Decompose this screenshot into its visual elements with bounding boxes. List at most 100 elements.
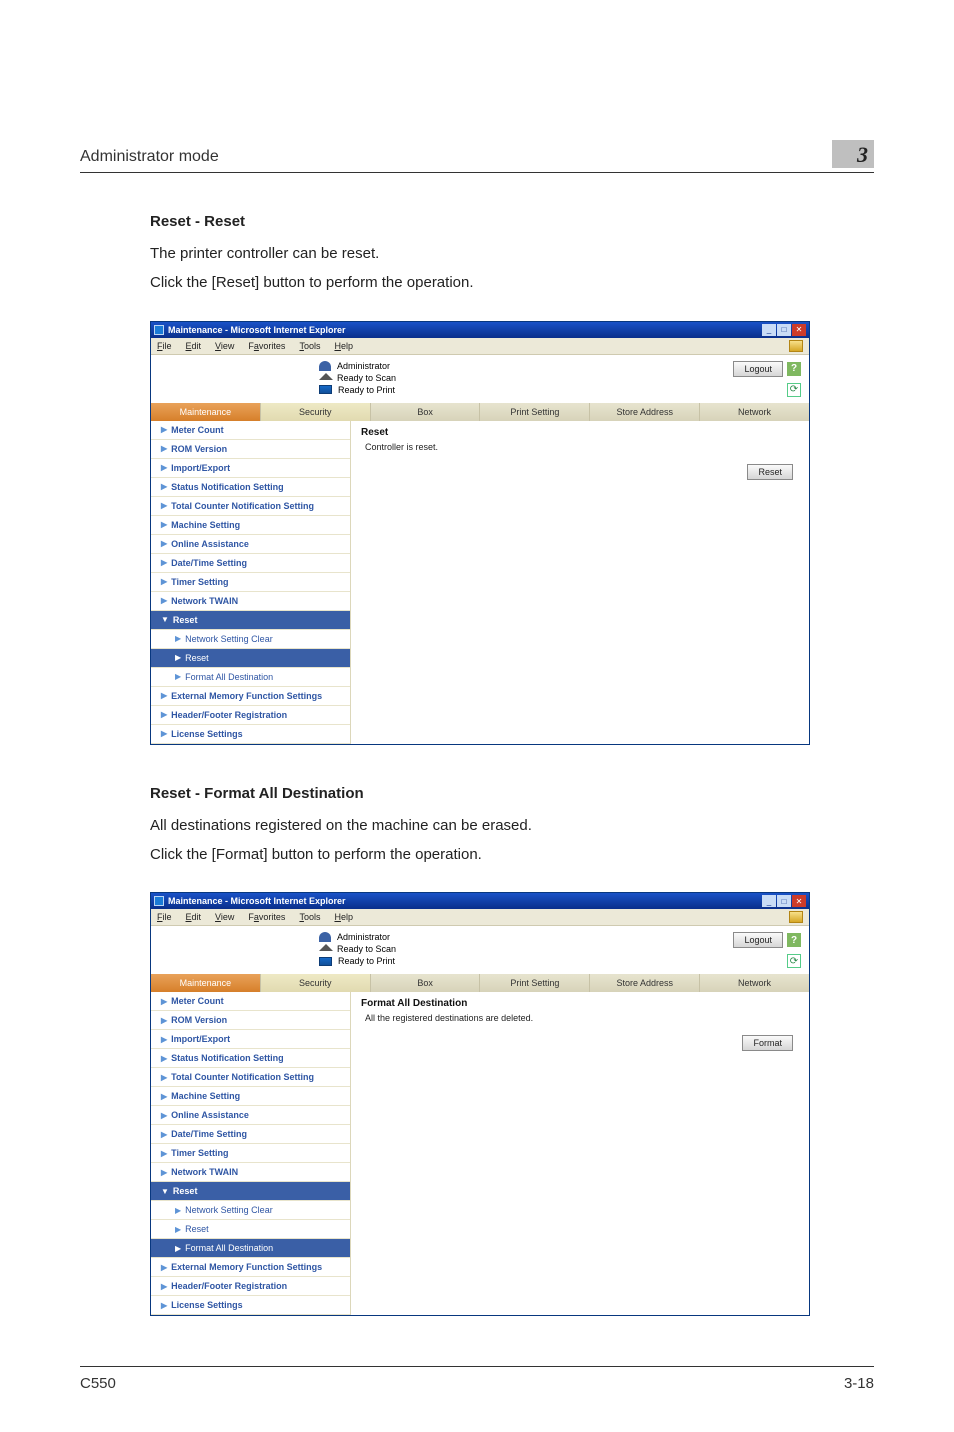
minimize-button[interactable]: _	[762, 324, 776, 336]
window-titlebar[interactable]: Maintenance - Microsoft Internet Explore…	[151, 322, 809, 338]
refresh-icon[interactable]: ⟳	[787, 383, 801, 397]
menu-item[interactable]: Help	[334, 912, 353, 922]
sidebar-item[interactable]: ▼ Reset	[151, 611, 350, 630]
sidebar-item[interactable]: ▶Network Setting Clear	[151, 1201, 350, 1220]
body-text: All destinations registered on the machi…	[150, 814, 874, 837]
tab-maintenance[interactable]: Maintenance	[151, 403, 261, 421]
tab-print-setting[interactable]: Print Setting	[480, 403, 590, 421]
tab-box[interactable]: Box	[371, 403, 481, 421]
sidebar-item-label: Format All Destination	[185, 1243, 273, 1253]
menu-item[interactable]: Help	[334, 341, 353, 351]
sidebar-item[interactable]: ▶Machine Setting	[151, 1087, 350, 1106]
sidebar-item[interactable]: ▶Total Counter Notification Setting	[151, 1068, 350, 1087]
menu-item[interactable]: View	[215, 912, 234, 922]
sidebar-item-label: License Settings	[171, 1300, 243, 1310]
tab-maintenance[interactable]: Maintenance	[151, 974, 261, 992]
menu-item[interactable]: Favorites	[248, 912, 285, 922]
sidebar-item[interactable]: ▶ROM Version	[151, 440, 350, 459]
ie-throbber-icon	[789, 911, 803, 923]
chevron-down-icon: ▼	[161, 615, 169, 624]
sidebar-item[interactable]: ▶Import/Export	[151, 1030, 350, 1049]
main-pane: Format All Destination All the registere…	[351, 992, 809, 1315]
page-header: Administrator mode 3	[80, 140, 874, 173]
sidebar-item[interactable]: ▶Reset	[151, 649, 350, 668]
menu-item[interactable]: File	[157, 341, 172, 351]
sidebar-item[interactable]: ▶Network TWAIN	[151, 592, 350, 611]
sidebar-item[interactable]: ▶Timer Setting	[151, 1144, 350, 1163]
tab-print-setting[interactable]: Print Setting	[480, 974, 590, 992]
help-icon[interactable]: ?	[787, 362, 801, 376]
help-icon[interactable]: ?	[787, 933, 801, 947]
sidebar-item[interactable]: ▶Header/Footer Registration	[151, 706, 350, 725]
sidebar-item[interactable]: ▶Meter Count	[151, 992, 350, 1011]
triangle-right-icon: ▶	[161, 1301, 167, 1310]
admin-label: Administrator	[337, 932, 390, 942]
sidebar-item[interactable]: ▶Format All Destination	[151, 668, 350, 687]
menu-item[interactable]: View	[215, 341, 234, 351]
printer-icon	[319, 957, 332, 966]
sidebar-item[interactable]: ▶Status Notification Setting	[151, 478, 350, 497]
sidebar-item[interactable]: ▶Timer Setting	[151, 573, 350, 592]
maximize-button[interactable]: □	[777, 324, 791, 336]
primary-action-button[interactable]: Format	[742, 1035, 793, 1051]
window-titlebar[interactable]: Maintenance - Microsoft Internet Explore…	[151, 893, 809, 909]
triangle-right-icon: ▶	[161, 558, 167, 567]
sidebar-item[interactable]: ▶License Settings	[151, 725, 350, 744]
tab-network[interactable]: Network	[700, 974, 809, 992]
triangle-right-icon: ▶	[161, 1282, 167, 1291]
menu-item[interactable]: Edit	[186, 912, 202, 922]
close-button[interactable]: ✕	[792, 895, 806, 907]
triangle-right-icon: ▶	[161, 691, 167, 700]
menu-item[interactable]: File	[157, 912, 172, 922]
sidebar-item[interactable]: ▶Import/Export	[151, 459, 350, 478]
tab-box[interactable]: Box	[371, 974, 481, 992]
sidebar-item[interactable]: ▶Date/Time Setting	[151, 1125, 350, 1144]
tab-security[interactable]: Security	[261, 974, 371, 992]
user-icon	[319, 361, 331, 371]
triangle-right-icon: ▶	[175, 1244, 181, 1253]
sidebar-item[interactable]: ▶Header/Footer Registration	[151, 1277, 350, 1296]
sidebar-item[interactable]: ▶ License Settings	[151, 1296, 350, 1315]
sidebar-item[interactable]: ▶Network TWAIN	[151, 1163, 350, 1182]
maximize-button[interactable]: □	[777, 895, 791, 907]
sidebar-item[interactable]: ▶Meter Count	[151, 421, 350, 440]
sidebar-item[interactable]: ▶External Memory Function Settings	[151, 687, 350, 706]
status-header: Administrator Ready to Scan Ready to Pri…	[151, 926, 809, 974]
menu-item[interactable]: Tools	[299, 341, 320, 351]
sidebar-item[interactable]: ▼Reset	[151, 1182, 350, 1201]
sidebar-item[interactable]: ▶Online Assistance	[151, 1106, 350, 1125]
sidebar-item[interactable]: ▶External Memory Function Settings	[151, 1258, 350, 1277]
tab-network[interactable]: Network	[700, 403, 809, 421]
sidebar-item[interactable]: ▶Total Counter Notification Setting	[151, 497, 350, 516]
close-button[interactable]: ✕	[792, 324, 806, 336]
refresh-icon[interactable]: ⟳	[787, 954, 801, 968]
sidebar-item[interactable]: ▶ROM Version	[151, 1011, 350, 1030]
tab-security[interactable]: Security	[261, 403, 371, 421]
triangle-right-icon: ▶	[175, 1225, 181, 1234]
logout-button[interactable]: Logout	[733, 361, 783, 377]
scanner-icon	[319, 944, 331, 954]
sidebar-item-label: Reset	[173, 615, 198, 625]
logout-button[interactable]: Logout	[733, 932, 783, 948]
menu-item[interactable]: Favorites	[248, 341, 285, 351]
tab-store-address[interactable]: Store Address	[590, 403, 700, 421]
sidebar-item[interactable]: ▶Network Setting Clear	[151, 630, 350, 649]
status-scan: Ready to Scan	[337, 373, 396, 383]
triangle-right-icon: ▶	[161, 577, 167, 586]
sidebar-item[interactable]: ▶Online Assistance	[151, 535, 350, 554]
sidebar-item-label: License Settings	[171, 729, 243, 739]
menu-item[interactable]: Edit	[186, 341, 202, 351]
sidebar-item-label: ROM Version	[171, 444, 227, 454]
triangle-right-icon: ▶	[161, 1263, 167, 1272]
sidebar-item-label: Online Assistance	[171, 539, 249, 549]
tab-store-address[interactable]: Store Address	[590, 974, 700, 992]
sidebar-item[interactable]: ▶Status Notification Setting	[151, 1049, 350, 1068]
minimize-button[interactable]: _	[762, 895, 776, 907]
sidebar-item[interactable]: ▶Machine Setting	[151, 516, 350, 535]
triangle-right-icon: ▶	[161, 425, 167, 434]
sidebar-item[interactable]: ▶ Format All Destination	[151, 1239, 350, 1258]
primary-action-button[interactable]: Reset	[747, 464, 793, 480]
sidebar-item[interactable]: ▶Date/Time Setting	[151, 554, 350, 573]
menu-item[interactable]: Tools	[299, 912, 320, 922]
sidebar-item[interactable]: ▶Reset	[151, 1220, 350, 1239]
